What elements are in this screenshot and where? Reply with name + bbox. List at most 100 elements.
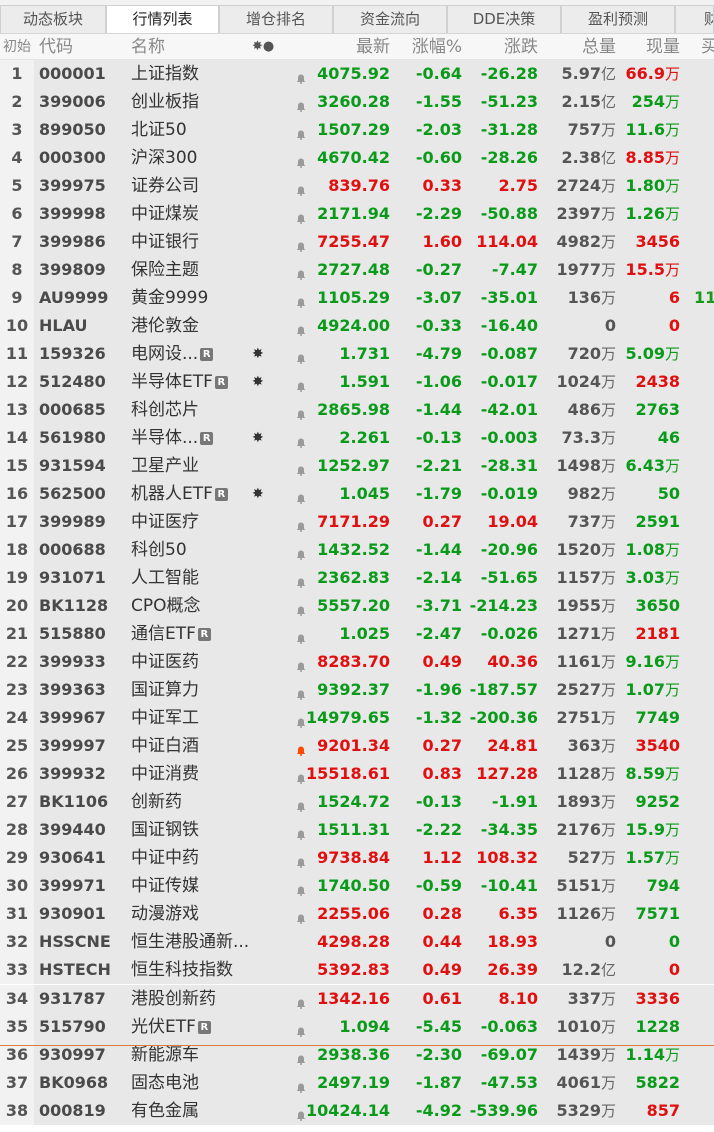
- tab-profit-forecast[interactable]: 盈利预测: [561, 5, 675, 33]
- security-name[interactable]: 港伦敦金: [131, 312, 281, 340]
- security-code[interactable]: 515880: [39, 620, 129, 648]
- security-code[interactable]: 159326: [39, 340, 129, 368]
- security-name[interactable]: 动漫游戏: [131, 900, 281, 928]
- security-name[interactable]: 中证军工: [131, 704, 281, 732]
- security-code[interactable]: 561980: [39, 424, 129, 452]
- security-name[interactable]: 光伏ETF R: [131, 1013, 281, 1041]
- security-name[interactable]: 中证医药: [131, 648, 281, 676]
- tab-finance[interactable]: 财: [675, 5, 714, 33]
- table-row[interactable]: 9 AU9999 黄金9999 1105.29 -3.07 -35.01 136万 6 11: [0, 284, 714, 312]
- security-name[interactable]: 国证钢铁: [131, 816, 281, 844]
- security-name[interactable]: 黄金9999: [131, 284, 281, 312]
- security-code[interactable]: 000001: [39, 60, 129, 88]
- security-code[interactable]: 930901: [39, 900, 129, 928]
- col-header-name[interactable]: 名称: [131, 34, 165, 60]
- table-row[interactable]: 13 000685 科创芯片 2865.98 -1.44 -42.01 486万 2763: [0, 396, 714, 424]
- security-name[interactable]: 上证指数: [131, 60, 281, 88]
- table-row[interactable]: 25 399997 中证白酒 9201.34 0.27 24.81 363万 3540: [0, 732, 714, 760]
- table-row[interactable]: 29 930641 中证中药 9738.84 1.12 108.32 527万 1.57万: [0, 844, 714, 872]
- table-row[interactable]: 17 399989 中证医疗 7171.29 0.27 19.04 737万 2591: [0, 508, 714, 536]
- security-code[interactable]: 399006: [39, 88, 129, 116]
- table-row[interactable]: 3 899050 北证50 1507.29 -2.03 -31.28 757万 11.6万: [0, 116, 714, 144]
- col-header-change[interactable]: 涨跌: [464, 34, 538, 60]
- tab-dynamic-sector[interactable]: 动态板块: [0, 5, 106, 33]
- col-header-bid[interactable]: 买: [701, 34, 714, 60]
- col-header-initial[interactable]: 初始: [0, 34, 34, 60]
- security-name[interactable]: 人工智能: [131, 564, 281, 592]
- security-name[interactable]: 恒生科技指数: [131, 956, 281, 984]
- table-row[interactable]: 34 931787 港股创新药 1342.16 0.61 8.10 337万 3336: [0, 985, 714, 1013]
- table-row[interactable]: 14 561980 半导体... R ✸ 2.261 -0.13 -0.003 73.3万 46: [0, 424, 714, 452]
- security-name[interactable]: 中证白酒: [131, 732, 281, 760]
- security-name[interactable]: 创业板指: [131, 88, 281, 116]
- table-row[interactable]: 6 399998 中证煤炭 2171.94 -2.29 -50.88 2397万 1.26万: [0, 200, 714, 228]
- table-row[interactable]: 26 399932 中证消费 15518.61 0.83 127.28 1128万 8.59万: [0, 760, 714, 788]
- security-name[interactable]: 中证中药: [131, 844, 281, 872]
- table-row[interactable]: 8 399809 保险主题 2727.48 -0.27 -7.47 1977万 15.5万: [0, 256, 714, 284]
- table-row[interactable]: 22 399933 中证医药 8283.70 0.49 40.36 1161万 9.16万: [0, 648, 714, 676]
- tab-fund-flow[interactable]: 资金流向: [333, 5, 447, 33]
- table-row[interactable]: 2 399006 创业板指 3260.28 -1.55 -51.23 2.15亿 254万: [0, 88, 714, 116]
- security-code[interactable]: 399998: [39, 200, 129, 228]
- table-row[interactable]: 20 BK1128 CPO概念 5557.20 -3.71 -214.23 1955万 365…: [0, 592, 714, 620]
- security-name[interactable]: 创新药: [131, 788, 281, 816]
- col-header-current-volume[interactable]: 现量: [618, 34, 680, 60]
- security-code[interactable]: 000819: [39, 1097, 129, 1125]
- table-row[interactable]: 35 515790 光伏ETF R 1.094 -5.45 -0.063 1010万 1228: [0, 1013, 714, 1041]
- table-row[interactable]: 4 000300 沪深300 4670.42 -0.60 -28.26 2.38亿 8.85万: [0, 144, 714, 172]
- security-code[interactable]: BK0968: [39, 1069, 129, 1097]
- security-code[interactable]: 000688: [39, 536, 129, 564]
- tab-position-rank[interactable]: 增仓排名: [219, 5, 333, 33]
- security-code[interactable]: 000300: [39, 144, 129, 172]
- security-code[interactable]: 515790: [39, 1013, 129, 1041]
- table-row[interactable]: 19 931071 人工智能 2362.83 -2.14 -51.65 1157万 3.03万: [0, 564, 714, 592]
- security-code[interactable]: 931594: [39, 452, 129, 480]
- security-name[interactable]: 保险主题: [131, 256, 281, 284]
- col-header-marks[interactable]: ✸●: [252, 34, 274, 60]
- security-code[interactable]: 399809: [39, 256, 129, 284]
- security-name[interactable]: 中证传媒: [131, 872, 281, 900]
- security-name[interactable]: 国证算力: [131, 676, 281, 704]
- security-name[interactable]: 固态电池: [131, 1069, 281, 1097]
- security-code[interactable]: 399440: [39, 816, 129, 844]
- security-code[interactable]: 399971: [39, 872, 129, 900]
- security-code[interactable]: HSTECH: [39, 956, 129, 984]
- security-name[interactable]: 中证银行: [131, 228, 281, 256]
- table-row[interactable]: 33 HSTECH 恒生科技指数 5392.83 0.49 26.39 12.2亿 0: [0, 956, 714, 984]
- tab-quote-list[interactable]: 行情列表: [106, 5, 219, 33]
- security-name[interactable]: 卫星产业: [131, 452, 281, 480]
- table-row[interactable]: 10 HLAU 港伦敦金 4924.00 -0.33 -16.40 0 0: [0, 312, 714, 340]
- table-row[interactable]: 1 000001 上证指数 4075.92 -0.64 -26.28 5.97亿 66.9万: [0, 60, 714, 88]
- security-name[interactable]: 科创50: [131, 536, 281, 564]
- col-header-volume[interactable]: 总量: [540, 34, 616, 60]
- security-code[interactable]: 512480: [39, 368, 129, 396]
- table-row[interactable]: 30 399971 中证传媒 1740.50 -0.59 -10.41 5151万 794: [0, 872, 714, 900]
- tab-dde-decision[interactable]: DDE决策: [447, 5, 561, 33]
- security-code[interactable]: HLAU: [39, 312, 129, 340]
- security-code[interactable]: 930641: [39, 844, 129, 872]
- security-code[interactable]: 399363: [39, 676, 129, 704]
- table-row[interactable]: 7 399986 中证银行 7255.47 1.60 114.04 4982万 3456: [0, 228, 714, 256]
- security-name[interactable]: 中证煤炭: [131, 200, 281, 228]
- security-name[interactable]: 科创芯片: [131, 396, 281, 424]
- table-row[interactable]: 37 BK0968 固态电池 2497.19 -1.87 -47.53 4061万 5822: [0, 1069, 714, 1097]
- table-row[interactable]: 16 562500 机器人ETF R ✸ 1.045 -1.79 -0.019 982万 50: [0, 480, 714, 508]
- security-name[interactable]: 沪深300: [131, 144, 281, 172]
- security-name[interactable]: 中证消费: [131, 760, 281, 788]
- security-code[interactable]: 931071: [39, 564, 129, 592]
- security-code[interactable]: 399932: [39, 760, 129, 788]
- security-code[interactable]: BK1128: [39, 592, 129, 620]
- security-code[interactable]: 399975: [39, 172, 129, 200]
- table-row[interactable]: 23 399363 国证算力 9392.37 -1.96 -187.57 2527万 1.07…: [0, 676, 714, 704]
- table-row[interactable]: 31 930901 动漫游戏 2255.06 0.28 6.35 1126万 7571: [0, 900, 714, 928]
- table-row[interactable]: 27 BK1106 创新药 1524.72 -0.13 -1.91 1893万 9252: [0, 788, 714, 816]
- security-code[interactable]: 399989: [39, 508, 129, 536]
- security-name[interactable]: 港股创新药: [131, 985, 281, 1013]
- security-code[interactable]: 399997: [39, 732, 129, 760]
- table-row[interactable]: 21 515880 通信ETF R 1.025 -2.47 -0.026 1271万 2181: [0, 620, 714, 648]
- security-name[interactable]: 恒生港股通新...: [131, 928, 281, 956]
- security-code[interactable]: AU9999: [39, 284, 129, 312]
- table-row[interactable]: 38 000819 有色金属 10424.14 -4.92 -539.96 5329万 857: [0, 1097, 714, 1125]
- security-code[interactable]: 931787: [39, 985, 129, 1013]
- security-name[interactable]: 北证50: [131, 116, 281, 144]
